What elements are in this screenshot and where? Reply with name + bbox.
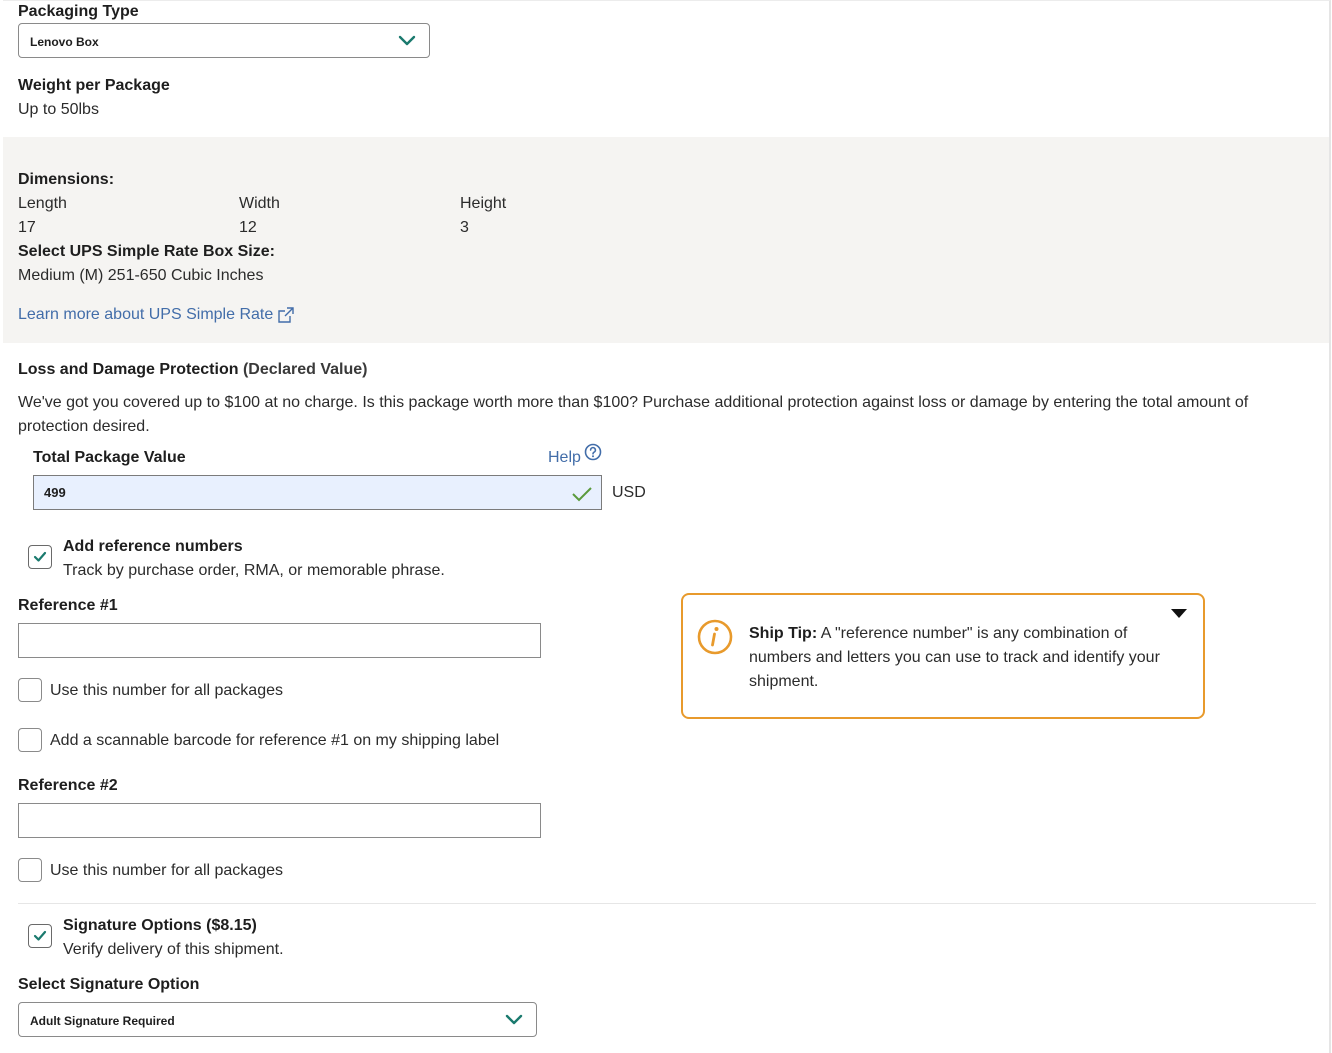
reference-1-label: Reference #1 (18, 597, 118, 614)
help-link[interactable]: Help (548, 443, 602, 467)
learn-more-link-text: Learn more about UPS Simple Rate (18, 306, 274, 323)
reference-2-input[interactable] (18, 803, 541, 838)
reference-2-all-packages-label: Use this number for all packages (50, 862, 283, 879)
check-valid-icon (572, 487, 592, 502)
packaging-type-label: Packaging Type (18, 3, 139, 20)
help-link-text: Help (548, 449, 581, 466)
signature-select-label: Select Signature Option (18, 976, 200, 993)
packaging-type-value: Lenovo Box (30, 35, 99, 49)
length-value: 17 (18, 219, 36, 236)
reference-1-barcode-label: Add a scannable barcode for reference #1… (50, 732, 500, 749)
package-value-input[interactable]: 499 (33, 475, 602, 510)
ship-tip-heading: Ship Tip: (749, 625, 818, 642)
add-reference-label: Add reference numbers (63, 538, 243, 555)
signature-option-select[interactable]: Adult Signature Required (18, 1002, 537, 1037)
reference-2-label: Reference #2 (18, 777, 118, 794)
reference-1-all-packages-checkbox[interactable] (18, 678, 42, 702)
section-divider (18, 903, 1316, 904)
add-reference-checkbox[interactable] (28, 545, 52, 569)
signature-options-sublabel: Verify delivery of this shipment. (63, 941, 284, 958)
ship-tip-box: Ship Tip: A "reference number" is any co… (681, 593, 1205, 719)
reference-1-barcode-checkbox[interactable] (18, 728, 42, 752)
external-link-icon (278, 307, 294, 323)
signature-options-label: Signature Options ($8.15) (63, 917, 257, 934)
reference-1-input[interactable] (18, 623, 541, 658)
packaging-type-select[interactable]: Lenovo Box (18, 23, 430, 58)
chevron-down-icon (505, 1014, 523, 1025)
add-reference-sublabel: Track by purchase order, RMA, or memorab… (63, 562, 445, 579)
info-icon (697, 619, 733, 655)
protection-title-suffix: (Declared Value) (242, 361, 368, 378)
package-value-text: 499 (44, 485, 66, 500)
protection-description: We've got you covered up to $100 at no c… (18, 394, 1249, 435)
learn-more-link[interactable]: Learn more about UPS Simple Rate (18, 306, 295, 324)
box-size-label: Select UPS Simple Rate Box Size: (18, 243, 275, 260)
ship-tip-content: Ship Tip: A "reference number" is any co… (749, 622, 1169, 694)
height-label: Height (460, 195, 507, 212)
signature-option-value: Adult Signature Required (30, 1014, 175, 1028)
dimensions-title: Dimensions: (18, 171, 115, 188)
weight-value: Up to 50lbs (18, 101, 99, 118)
reference-1-all-packages-label: Use this number for all packages (50, 682, 283, 699)
width-value: 12 (239, 219, 257, 236)
signature-options-checkbox[interactable] (28, 924, 52, 948)
box-size-value: Medium (M) 251-650 Cubic Inches (18, 267, 264, 284)
reference-2-all-packages-checkbox[interactable] (18, 858, 42, 882)
collapse-caret-icon[interactable] (1171, 609, 1187, 618)
height-value: 3 (460, 219, 469, 236)
width-label: Width (239, 195, 280, 212)
question-circle-icon (584, 443, 602, 461)
checkmark-icon (33, 930, 47, 941)
package-value-label: Total Package Value (33, 449, 186, 466)
length-label: Length (18, 195, 67, 212)
chevron-down-icon (398, 35, 416, 46)
protection-title-main: Loss and Damage Protection (18, 361, 239, 378)
checkmark-icon (33, 551, 47, 562)
currency-label: USD (612, 484, 646, 501)
protection-title: Loss and Damage Protection (Declared Val… (18, 361, 367, 379)
weight-label: Weight per Package (18, 77, 170, 94)
